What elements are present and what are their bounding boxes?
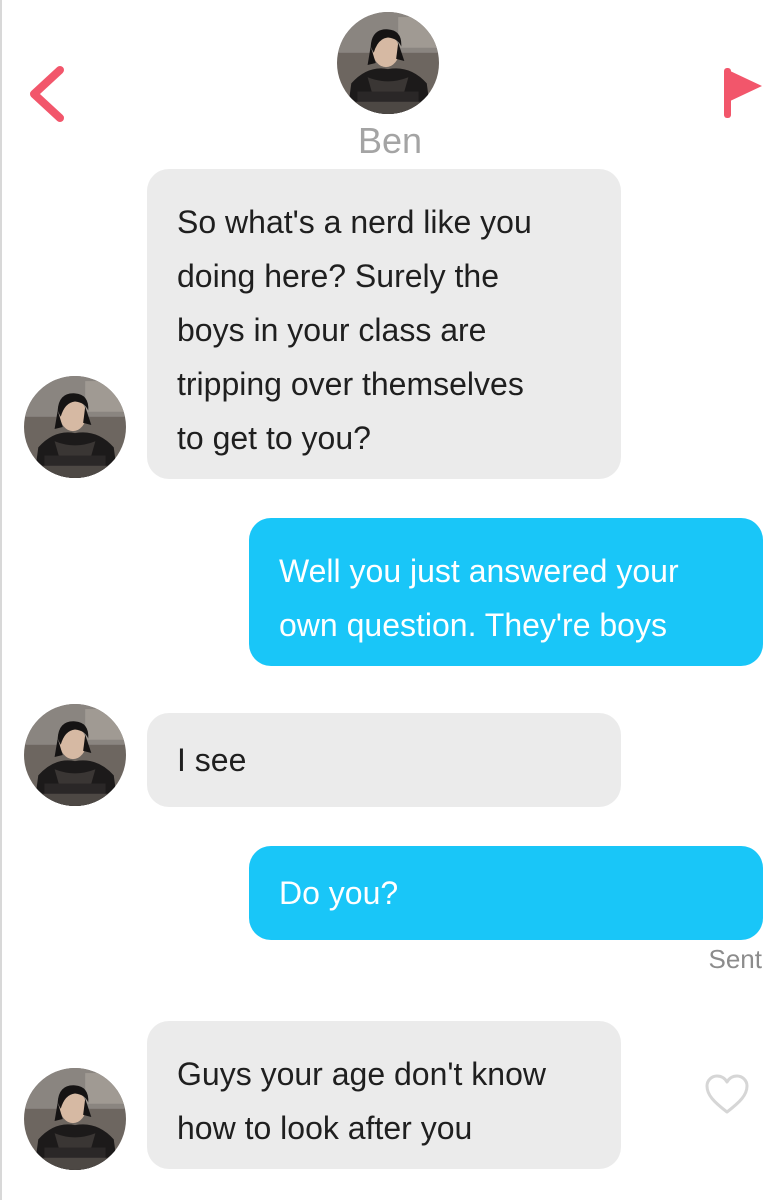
message-text-line: how to look after you [177, 1110, 473, 1146]
message-bubble-outgoing[interactable]: Do you? [249, 846, 763, 940]
message-bubble-outgoing[interactable]: Well you just answered your own question… [249, 518, 763, 666]
screen-left-edge [0, 0, 2, 1200]
flag-icon [724, 68, 762, 118]
heart-outline-icon [705, 1074, 749, 1114]
contact-avatar[interactable] [337, 12, 439, 114]
profile-photo [24, 1068, 126, 1170]
message-text-line: to get to you? [177, 420, 371, 456]
sender-avatar[interactable] [24, 376, 126, 478]
report-button[interactable] [716, 62, 766, 122]
profile-photo [24, 704, 126, 806]
chevron-left-icon [30, 66, 64, 122]
message-bubble-incoming[interactable]: I see [147, 713, 621, 807]
chat-header: Ben [0, 0, 780, 175]
message-text-line: own question. They're boys [279, 607, 667, 643]
back-button[interactable] [22, 62, 72, 122]
message-bubble-incoming[interactable]: Guys your age don't know how to look aft… [147, 1021, 621, 1169]
sender-avatar[interactable] [24, 1068, 126, 1170]
message-text-line: Do you? [279, 875, 399, 911]
message-text-line: doing here? Surely the [177, 258, 499, 294]
contact-name[interactable]: Ben [0, 120, 780, 162]
message-status: Sent [708, 944, 763, 974]
message-bubble-incoming[interactable]: So what's a nerd like you doing here? Su… [147, 169, 621, 479]
message-text-line: boys in your class are [177, 312, 487, 348]
message-text-line: So what's a nerd like you [177, 204, 532, 240]
message-text-line: I see [177, 742, 247, 778]
like-button[interactable] [704, 1073, 750, 1115]
profile-photo [337, 12, 439, 114]
message-text-line: tripping over themselves [177, 366, 524, 402]
profile-photo [24, 376, 126, 478]
message-text-line: Guys your age don't know [177, 1056, 546, 1092]
message-text-line: Well you just answered your [279, 553, 679, 589]
sender-avatar[interactable] [24, 704, 126, 806]
